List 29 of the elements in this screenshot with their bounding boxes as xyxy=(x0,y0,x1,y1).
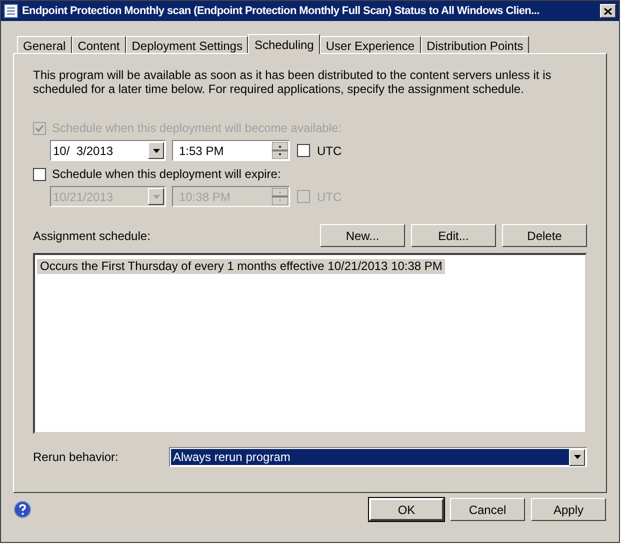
schedule-entry[interactable]: Occurs the First Thursday of every 1 months effective 10/21/2013 10:38 PM xyxy=(37,259,446,274)
tab[interactable]: Content xyxy=(72,36,126,53)
tab[interactable]: General xyxy=(17,36,72,53)
schedule-list[interactable]: Occurs the First Thursday of every 1 months effective 10/21/2013 10:38 PM xyxy=(33,253,587,434)
help-icon[interactable] xyxy=(14,501,31,518)
rerun-behavior-label: Rerun behavior: xyxy=(33,449,120,466)
rerun-behavior-dropdown[interactable]: Always rerun program xyxy=(169,447,587,467)
dialog-button[interactable]: Apply xyxy=(531,498,606,521)
dialog-button[interactable]: OK xyxy=(369,498,444,521)
close-button[interactable] xyxy=(600,4,616,18)
action-button[interactable]: Edit... xyxy=(411,224,496,247)
window-title: Endpoint Protection Monthly scan (Endpoint Protection Monthly Full Scan) Status to All Windows Clien... xyxy=(22,4,540,19)
tab[interactable]: Distribution Points xyxy=(420,36,530,53)
close-icon xyxy=(604,8,612,14)
dialog-button[interactable]: Cancel xyxy=(450,498,525,521)
checkbox-label: Schedule when this deployment will expire: xyxy=(52,166,281,183)
spin-buttons-icon[interactable] xyxy=(272,188,288,205)
action-button[interactable]: Delete xyxy=(502,224,587,247)
checkbox-label: UTC xyxy=(317,142,342,160)
spin-buttons-icon[interactable] xyxy=(272,142,288,159)
checkbox[interactable] xyxy=(33,168,46,180)
action-button[interactable]: New... xyxy=(320,224,405,247)
tab[interactable]: Scheduling xyxy=(248,34,320,54)
checkbox[interactable] xyxy=(297,190,310,203)
window-icon xyxy=(4,4,18,18)
tab[interactable]: User Experience xyxy=(320,36,421,53)
description-text: This program will be available as soon as it has been distributed to the content servers unless it is scheduled for a later time below. For required applications, specify the assignment schedule. xyxy=(33,68,552,96)
assignment-schedule-label: Assignment schedule: xyxy=(33,228,152,244)
tab[interactable]: Deployment Settings xyxy=(126,36,248,53)
